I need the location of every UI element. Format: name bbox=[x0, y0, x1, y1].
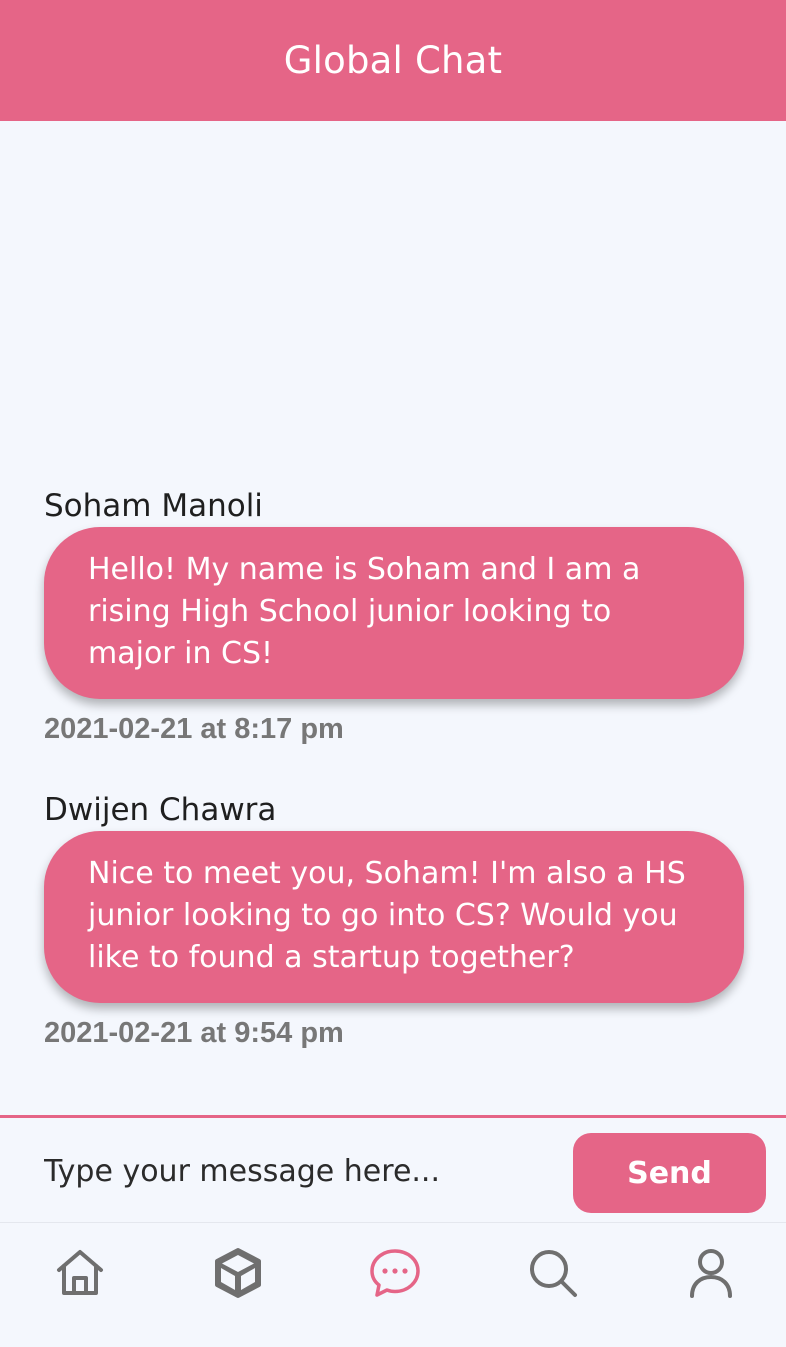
message-timestamp: 2021-02-21 at 8:17 pm bbox=[44, 713, 344, 745]
nav-home[interactable] bbox=[52, 1245, 108, 1301]
message-composer: Send bbox=[0, 1115, 786, 1223]
message-input[interactable] bbox=[44, 1146, 544, 1196]
message-bubble: Hello! My name is Soham and I am a risin… bbox=[44, 527, 744, 699]
send-button[interactable]: Send bbox=[573, 1133, 766, 1213]
cube-icon bbox=[215, 1248, 261, 1298]
app-bar: Global Chat bbox=[0, 0, 786, 121]
home-icon bbox=[57, 1250, 103, 1295]
bottom-navigation bbox=[0, 1223, 786, 1347]
search-icon bbox=[530, 1250, 577, 1297]
nav-search[interactable] bbox=[525, 1245, 581, 1301]
page-title: Global Chat bbox=[283, 39, 503, 82]
nav-profile[interactable] bbox=[683, 1245, 739, 1301]
nav-explore[interactable] bbox=[210, 1245, 266, 1301]
message-sender: Dwijen Chawra bbox=[44, 792, 277, 828]
nav-chat[interactable] bbox=[367, 1245, 423, 1301]
message-bubble: Nice to meet you, Soham! I'm also a HS j… bbox=[44, 831, 744, 1003]
chat-bubble-icon bbox=[370, 1249, 420, 1297]
message-timestamp: 2021-02-21 at 9:54 pm bbox=[44, 1017, 344, 1049]
chat-message: Dwijen Chawra Nice to meet you, Soham! I… bbox=[44, 790, 744, 1053]
profile-icon bbox=[690, 1249, 732, 1298]
message-sender: Soham Manoli bbox=[44, 488, 263, 524]
chat-message-list[interactable]: Soham Manoli Hello! My name is Soham and… bbox=[0, 121, 786, 1115]
chat-message: Soham Manoli Hello! My name is Soham and… bbox=[44, 486, 744, 749]
